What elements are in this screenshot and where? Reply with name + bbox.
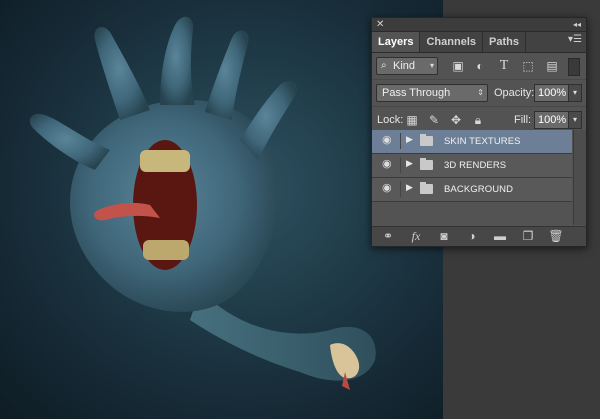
smart-object-filter-icon[interactable]: ▤ [544,58,560,74]
type-filter-icon[interactable]: T [496,58,512,74]
layer-name[interactable]: SKIN TEXTURES [444,130,521,153]
kind-filter-label: Kind [393,60,416,72]
panel-bottom-toolbar: ⚭ fx ◙ ◑ ▬ ❐ 🗑︎ [372,226,586,246]
blend-mode-dropdown[interactable]: Pass Through ⇕ [376,84,488,102]
eye-icon[interactable]: ◉ [376,157,401,173]
fill-dropdown-arrow[interactable]: ▾ [568,111,582,129]
search-icon: ⌕ [381,60,387,71]
new-group-icon[interactable]: ▬ [492,229,508,243]
lock-paint-icon[interactable]: ✎ [426,112,442,128]
layer-row[interactable]: ◉ ▶ SKIN TEXTURES [372,130,572,154]
blend-row: Pass Through ⇕ Opacity: 100% ▾ [372,80,586,107]
expand-arrow-icon[interactable]: ▶ [406,134,413,145]
tab-paths[interactable]: Paths [483,32,526,52]
tab-channels[interactable]: Channels [420,32,483,52]
mask-icon[interactable]: ◙ [436,229,452,243]
link-icon[interactable]: ⚭ [380,229,396,243]
image-filter-icon[interactable]: ▣ [450,58,466,74]
middle-finger-shape [160,16,195,106]
collapse-icon[interactable]: ◂◂ [573,18,581,31]
fx-icon[interactable]: fx [408,229,424,243]
lock-move-icon[interactable]: ✥ [448,112,464,128]
lock-all-icon[interactable]: 🔒︎ [470,112,486,128]
close-icon[interactable]: ✕ [376,18,384,31]
blend-mode-value: Pass Through [382,87,451,99]
lock-transparent-icon[interactable]: ▦ [404,112,420,128]
lock-label: Lock: [377,114,404,126]
adjustment-filter-icon[interactable]: ◐ [472,58,488,74]
layer-row[interactable]: ◉ ▶ BACKGROUND [372,178,572,202]
layer-name[interactable]: 3D RENDERS [444,154,506,177]
updown-chevron-icon: ⇕ [477,88,484,97]
fill-label: Fill: [514,114,532,126]
folder-icon [420,158,433,170]
upper-teeth [140,150,190,172]
shape-filter-icon[interactable]: ⬚ [520,58,536,74]
opacity-input[interactable]: 100% [534,84,569,102]
opacity-dropdown-arrow[interactable]: ▾ [568,84,582,102]
filter-toggle-icon[interactable] [568,58,580,76]
layer-list: ◉ ▶ SKIN TEXTURES ◉ ▶ 3D RENDERS ◉ ▶ BAC… [372,130,572,225]
panel-tabs: Layers Channels Paths ▾☰ [372,32,586,53]
folder-icon [420,182,433,194]
ring-finger-shape [205,30,249,121]
trash-icon[interactable]: 🗑︎ [548,229,564,243]
adjustment-icon[interactable]: ◑ [464,229,480,243]
filter-row: ⌕ Kind ▾ ▣ ◐ T ⬚ ▤ [372,53,586,80]
tab-layers[interactable]: Layers [372,32,421,52]
eye-icon[interactable]: ◉ [376,181,401,197]
layer-list-scrollbar[interactable] [573,130,586,225]
panel-menu-icon[interactable]: ▾☰ [568,34,582,45]
panel-titlebar[interactable]: ✕ ◂◂ [372,18,586,32]
fill-input[interactable]: 100% [534,111,569,129]
new-layer-icon[interactable]: ❐ [520,229,536,243]
layer-name[interactable]: BACKGROUND [444,178,513,201]
layer-row[interactable]: ◉ ▶ 3D RENDERS [372,154,572,178]
opacity-label: Opacity: [494,87,535,99]
kind-filter-dropdown[interactable]: ⌕ Kind ▾ [376,57,438,75]
folder-icon [420,134,433,146]
lower-teeth [143,240,189,260]
layers-panel[interactable]: ✕ ◂◂ Layers Channels Paths ▾☰ ⌕ Kind ▾ ▣… [371,17,587,247]
expand-arrow-icon[interactable]: ▶ [406,182,413,193]
index-finger-shape [94,26,150,120]
chevron-down-icon: ▾ [429,61,434,70]
expand-arrow-icon[interactable]: ▶ [406,158,413,169]
eye-icon[interactable]: ◉ [376,133,401,149]
